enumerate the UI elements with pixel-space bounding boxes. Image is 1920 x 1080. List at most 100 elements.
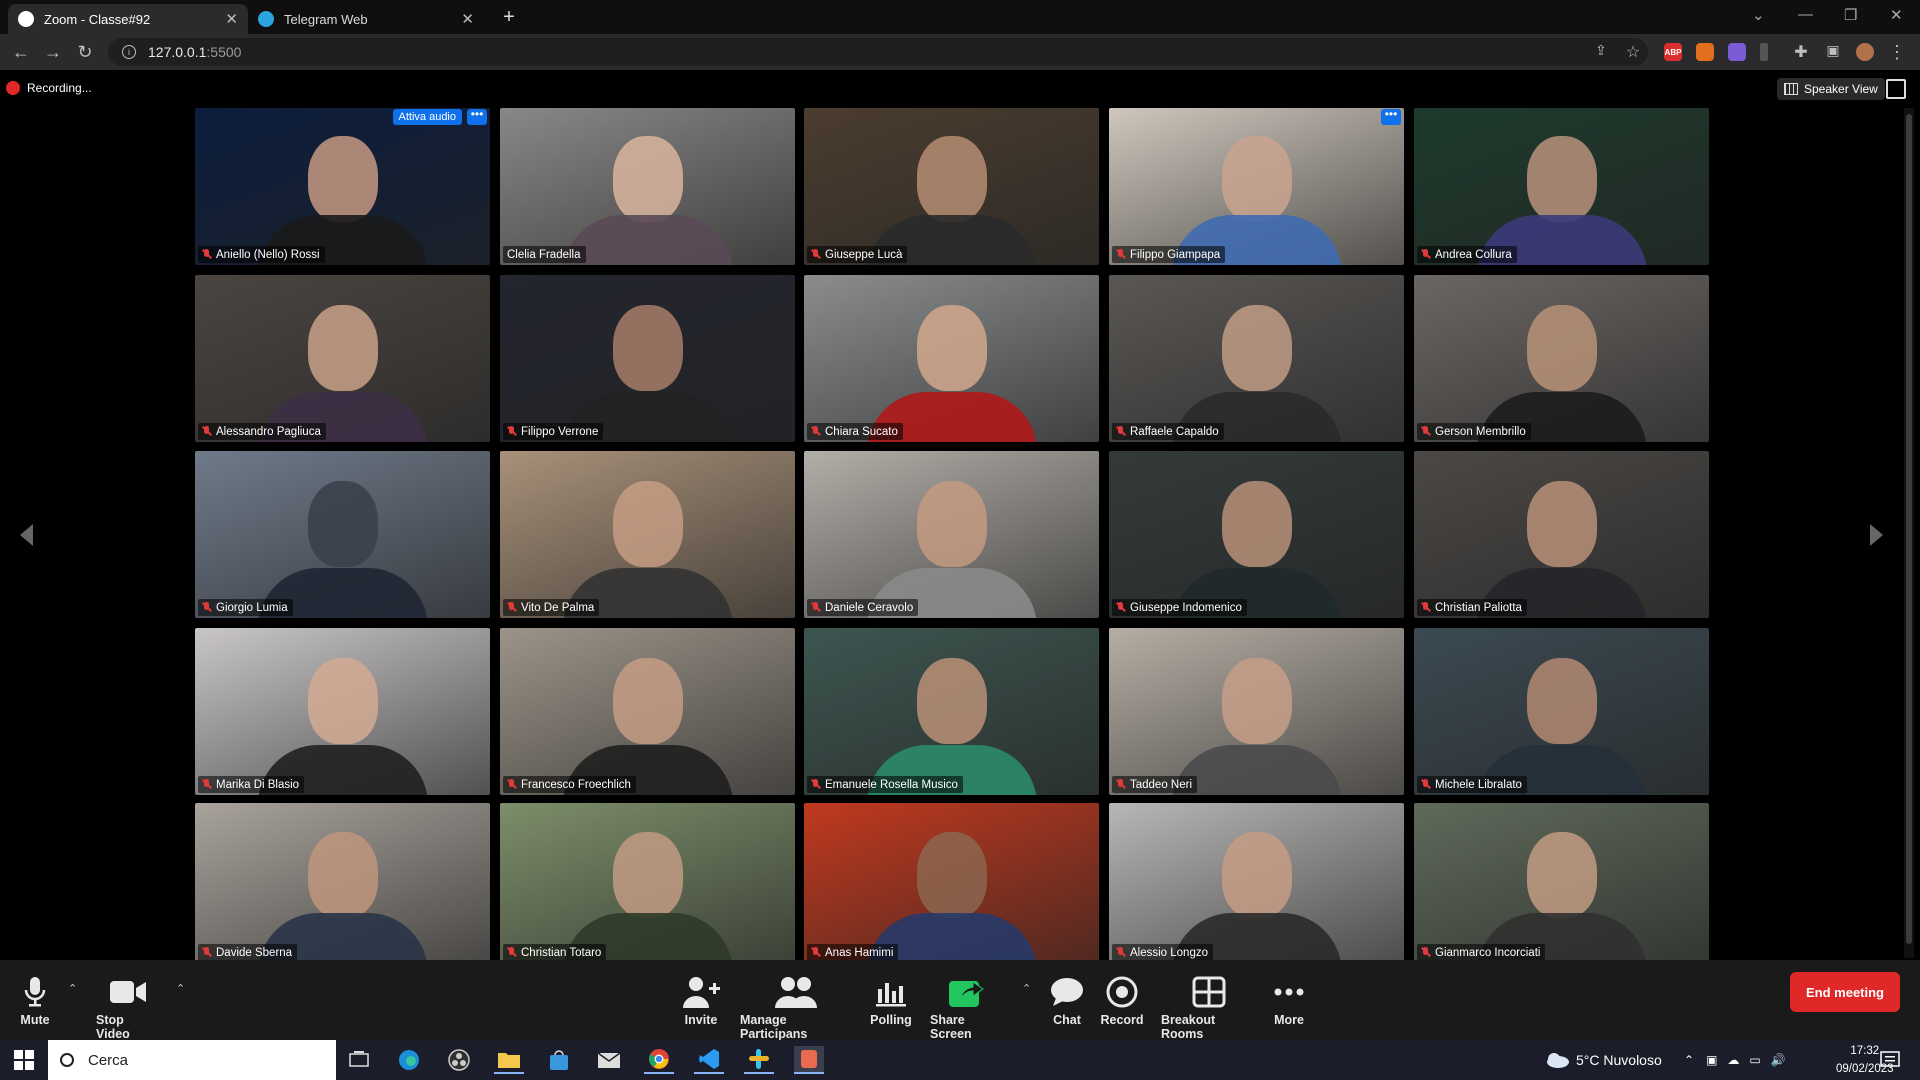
extensions-puzzle-icon[interactable]: ✚ [1790, 42, 1812, 62]
participant-tile[interactable]: Alessio Longzo [1109, 803, 1404, 960]
participant-name-tag: Emanuele Rosella Musico [807, 776, 963, 793]
participant-tile[interactable]: Marika Di Blasio [195, 628, 490, 795]
participant-tile[interactable]: Davide Sberna [195, 803, 490, 960]
participant-name-tag: Davide Sberna [198, 944, 298, 960]
speaker-view-button[interactable]: Speaker View [1777, 78, 1885, 100]
participant-tile[interactable]: Filippo Verrone [500, 275, 795, 442]
pen-extension-icon[interactable] [1728, 43, 1746, 61]
task-view-icon[interactable] [344, 1046, 374, 1074]
windows-start-icon[interactable] [14, 1050, 34, 1070]
tray-chevron-icon[interactable]: ⌃ [1684, 1053, 1694, 1067]
share-screen-button[interactable]: Share Screen [930, 975, 1002, 1041]
back-arrow-icon[interactable]: ← [10, 42, 32, 63]
onedrive-cloud-icon[interactable]: ☁ [1727, 1053, 1739, 1067]
manage-participants-button[interactable]: Manage Participans [740, 975, 852, 1041]
fox-extension-icon[interactable] [1696, 43, 1714, 61]
meeting-controls: Mute ⌃ Stop Video ⌃ Invite Manage Partic… [0, 960, 1920, 1041]
participant-tile[interactable]: Vito De Palma [500, 451, 795, 618]
obs-icon[interactable] [444, 1046, 474, 1074]
taskbar-search-input[interactable]: Cerca [48, 1040, 336, 1080]
participant-tile[interactable]: Filippo Giampapa ••• [1109, 108, 1404, 265]
new-tab-button[interactable]: + [498, 6, 520, 29]
participant-tile[interactable]: Gerson Membrillo [1414, 275, 1709, 442]
minimize-button[interactable]: — [1798, 6, 1813, 23]
share-page-icon[interactable]: ⇪ [1590, 42, 1612, 59]
file-explorer-icon[interactable] [494, 1046, 524, 1074]
small-extension-icon[interactable] [1760, 43, 1768, 61]
zoom-app-icon[interactable] [794, 1046, 824, 1074]
tile-options-dots-icon[interactable]: ••• [467, 108, 487, 125]
participant-tile[interactable]: Giuseppe Lucà [804, 108, 1099, 265]
system-tray-icons[interactable]: ⌃ ▣ ☁ ▭ 🔊 [1684, 1040, 1786, 1080]
participant-tile[interactable]: Giorgio Lumia [195, 451, 490, 618]
participant-tile[interactable]: Aniello (Nello) Rossi Attiva audio ••• [195, 108, 490, 265]
more-button[interactable]: More [1272, 975, 1306, 1027]
participant-tile[interactable]: Alessandro Pagliuca [195, 275, 490, 442]
tab-search-icon[interactable]: ⌄ [1752, 6, 1765, 24]
video-options-caret-icon[interactable]: ⌃ [176, 982, 185, 995]
breakout-rooms-button[interactable]: Breakout Rooms [1161, 975, 1257, 1041]
tab-telegram[interactable]: Telegram Web ✕ [248, 4, 484, 34]
invite-button[interactable]: Invite [683, 975, 720, 1027]
forward-arrow-icon[interactable]: → [42, 42, 64, 63]
chrome-icon[interactable] [644, 1046, 674, 1074]
participant-tile[interactable]: Daniele Ceravolo [804, 451, 1099, 618]
bookmark-star-icon[interactable]: ☆ [1622, 42, 1644, 62]
participant-tile[interactable]: Raffaele Capaldo [1109, 275, 1404, 442]
weather-widget[interactable]: 5°C Nuvoloso [1544, 1040, 1662, 1080]
tile-options-dots-icon[interactable]: ••• [1381, 108, 1401, 125]
participant-tile[interactable]: Gianmarco Incorciati [1414, 803, 1709, 960]
vscode-icon[interactable] [694, 1046, 724, 1074]
fullscreen-icon[interactable] [1886, 79, 1906, 99]
edge-browser-icon[interactable] [394, 1046, 424, 1074]
participant-video-face [1526, 136, 1597, 223]
network-icon[interactable]: ▭ [1749, 1053, 1760, 1067]
participant-tile[interactable]: Francesco Froechlich [500, 628, 795, 795]
previous-page-arrow-icon[interactable] [20, 524, 33, 546]
site-info-icon[interactable]: i [122, 45, 136, 59]
gallery-scrollbar[interactable] [1904, 108, 1914, 958]
participant-name: Clelia Fradella [507, 248, 581, 261]
profile-avatar[interactable] [1856, 43, 1874, 61]
record-button[interactable]: Record [1100, 975, 1144, 1027]
next-page-arrow-icon[interactable] [1870, 524, 1883, 546]
mute-button[interactable]: Mute [14, 975, 56, 1027]
close-window-button[interactable]: ✕ [1890, 6, 1903, 24]
participant-tile[interactable]: Andrea Collura [1414, 108, 1709, 265]
participant-tile[interactable]: Chiara Sucato [804, 275, 1099, 442]
participant-tile[interactable]: Emanuele Rosella Musico [804, 628, 1099, 795]
tray-app-icon[interactable]: ▣ [1706, 1053, 1717, 1067]
scrollbar-thumb[interactable] [1906, 114, 1912, 944]
notification-center-icon[interactable] [1880, 1040, 1900, 1080]
side-panel-icon[interactable]: ▣ [1822, 42, 1844, 59]
participant-tile[interactable]: Michele Libralato [1414, 628, 1709, 795]
audio-options-caret-icon[interactable]: ⌃ [68, 982, 77, 995]
stop-video-button[interactable]: Stop Video [96, 975, 160, 1041]
chrome-menu-icon[interactable]: ⋮ [1886, 42, 1908, 63]
close-tab-icon[interactable]: ✕ [461, 10, 474, 28]
participant-tile[interactable]: Giuseppe Indomenico [1109, 451, 1404, 618]
microsoft-store-icon[interactable] [544, 1046, 574, 1074]
participant-tile[interactable]: Taddeo Neri [1109, 628, 1404, 795]
restore-button[interactable]: ❐ [1844, 6, 1857, 24]
muted-mic-icon [1116, 426, 1125, 437]
participant-tile[interactable]: Christian Totaro [500, 803, 795, 960]
participant-tile[interactable]: Anas Hamimi [804, 803, 1099, 960]
volume-icon[interactable]: 🔊 [1771, 1053, 1786, 1067]
polling-button[interactable]: Polling [870, 975, 912, 1027]
adblock-extension-icon[interactable]: ABP [1664, 43, 1682, 61]
participant-tile[interactable]: Clelia Fradella [500, 108, 795, 265]
participant-tile[interactable]: Christian Paliotta [1414, 451, 1709, 618]
end-meeting-button[interactable]: End meeting [1790, 972, 1900, 1012]
url-bar[interactable]: i 127.0.0.1:5500 [108, 38, 1648, 66]
chat-button[interactable]: Chat [1048, 975, 1086, 1027]
reload-icon[interactable]: ↻ [74, 42, 96, 63]
close-tab-icon[interactable]: ✕ [225, 10, 238, 28]
recording-indicator[interactable]: Recording... [6, 81, 92, 95]
mail-icon[interactable] [594, 1046, 624, 1074]
slack-icon[interactable] [744, 1046, 774, 1074]
attiva-audio-badge[interactable]: Attiva audio [392, 109, 462, 125]
tab-zoom[interactable]: Zoom - Classe#92 ✕ [8, 4, 248, 34]
participant-video-face [1526, 831, 1597, 918]
share-options-caret-icon[interactable]: ⌃ [1022, 982, 1031, 995]
